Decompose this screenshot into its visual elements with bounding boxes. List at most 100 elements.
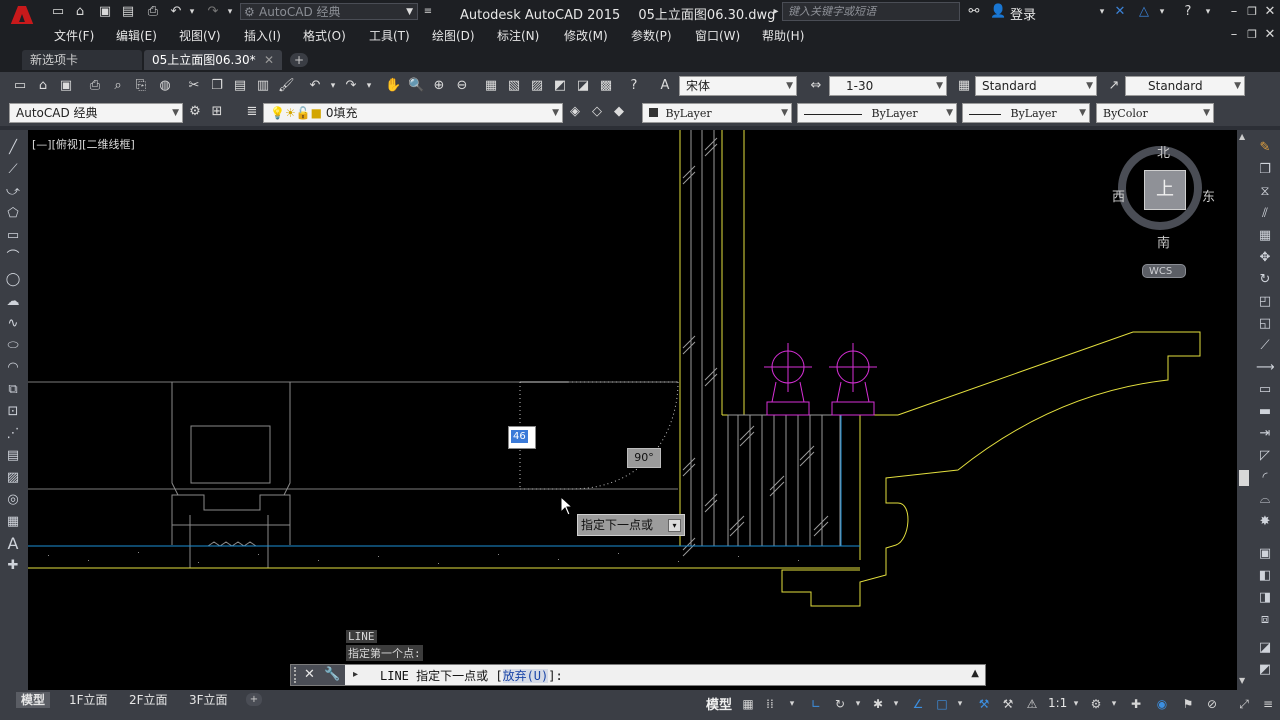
layer-previous-icon[interactable]: ◇	[589, 104, 605, 120]
workspace-select[interactable]: AutoCAD 经典 ▼	[9, 103, 183, 123]
plot-icon[interactable]: ⎙	[87, 78, 103, 94]
point-icon[interactable]: ⋰	[4, 426, 22, 442]
add-layout-icon[interactable]: +	[246, 693, 262, 706]
dim-style-select[interactable]: 1-30 ▼	[829, 76, 947, 96]
annotation-monitor-icon[interactable]: ✚	[1128, 697, 1144, 711]
color-select[interactable]: ByLayer ▼	[642, 103, 792, 123]
compass-south[interactable]: 南	[1157, 232, 1170, 251]
paste-block-icon[interactable]: ▥	[255, 78, 271, 94]
array-icon[interactable]: ▦	[1256, 228, 1274, 244]
make-block-icon[interactable]: ⊡	[4, 404, 22, 420]
multileader-style-icon[interactable]: ↗	[1106, 78, 1122, 94]
circle-icon[interactable]: ◯	[4, 272, 22, 288]
scroll-thumb[interactable]	[1239, 470, 1249, 486]
menu-format[interactable]: 格式(O)	[303, 27, 346, 44]
close-icon[interactable]: ✕	[1262, 4, 1278, 20]
break-at-point-icon[interactable]: ▭	[1256, 382, 1274, 398]
minimize-icon[interactable]: –	[1226, 4, 1242, 20]
hatch-icon[interactable]: ▤	[4, 448, 22, 464]
clean-screen-icon[interactable]: ⊞	[209, 104, 225, 120]
user-icon[interactable]: 👤	[990, 4, 1006, 20]
table-style-icon[interactable]: ▦	[956, 78, 972, 94]
login-button[interactable]: 登录	[1010, 4, 1036, 23]
customize-qa-icon[interactable]: ≡	[420, 4, 436, 20]
help-icon[interactable]: ?	[1180, 4, 1196, 20]
recent-commands-icon[interactable]: ▸	[353, 669, 358, 680]
command-input[interactable]: LINE 指定下一点或 [放弃(U)]:	[380, 667, 563, 684]
polar-dropdown-icon[interactable]: ▾	[850, 697, 866, 711]
snap-icon[interactable]: ⁞⁞	[762, 697, 778, 711]
chamfer-icon[interactable]: ◸	[1256, 448, 1274, 464]
zoom-previous-icon[interactable]: ⊖	[454, 78, 470, 94]
tab-current-drawing[interactable]: 05上立面图06.30* ✕	[144, 50, 282, 70]
polygon-icon[interactable]: ⬠	[4, 206, 22, 222]
undo-dropdown-icon[interactable]: ▾	[325, 78, 341, 94]
design-center-palette-icon[interactable]: ▧	[506, 78, 522, 94]
text-style-icon[interactable]: A	[657, 78, 673, 94]
scroll-up-icon[interactable]: ▲	[1239, 132, 1245, 141]
layer-state-icon[interactable]: ◆	[611, 104, 627, 120]
vertical-scrollbar[interactable]: ▲ ▼	[1237, 130, 1252, 690]
tab-new[interactable]: 新选项卡	[22, 50, 142, 70]
save-icon[interactable]: ▣	[58, 78, 74, 94]
zoom-realtime-icon[interactable]: 🔍	[408, 78, 424, 94]
scale-icon[interactable]: ◰	[1256, 294, 1274, 310]
ellipse-icon[interactable]: ⬭	[4, 338, 22, 354]
undo-dropdown-icon[interactable]: ▾	[184, 4, 200, 20]
annotation-scale-dropdown-icon[interactable]: ▾	[1068, 697, 1084, 711]
line-icon[interactable]: ╱	[4, 140, 22, 156]
bring-above-icon[interactable]: ⧈	[1256, 612, 1274, 628]
distance-input[interactable]: 46	[508, 426, 536, 449]
fillet-icon[interactable]: ◜	[1256, 470, 1274, 486]
compass-north[interactable]: 北	[1157, 142, 1170, 161]
revision-cloud-icon[interactable]: ☁	[4, 294, 22, 310]
plotstyle-select[interactable]: ByColor ▼	[1096, 103, 1214, 123]
layout-tab-3f[interactable]: 3F立面	[184, 692, 233, 708]
draworder-icon[interactable]: ▣	[1256, 546, 1274, 562]
tool-palettes-icon[interactable]: ▨	[529, 78, 545, 94]
menu-dimension[interactable]: 标注(N)	[497, 27, 539, 44]
annotation-scale-value[interactable]: 1:1	[1048, 696, 1067, 710]
menu-parametric[interactable]: 参数(P)	[631, 27, 672, 44]
arc-icon[interactable]: ⌒	[4, 250, 22, 266]
clean-screen-icon[interactable]: ⊘	[1204, 697, 1220, 711]
command-history-up-icon[interactable]: ▲	[971, 668, 979, 679]
object-snap-dropdown-icon[interactable]: ▾	[952, 697, 968, 711]
erase-icon[interactable]: ✎	[1256, 140, 1274, 156]
prompt-options-icon[interactable]: ▾	[668, 519, 681, 532]
offset-icon[interactable]: ⫽	[1256, 206, 1274, 222]
close-command-line-icon[interactable]: ✕	[304, 667, 315, 682]
compass-east[interactable]: 东	[1202, 186, 1215, 205]
paste-icon[interactable]: ▤	[232, 78, 248, 94]
drawing-area[interactable]: [—][俯视][二维线框] 上 北 南 西 东 WCS 46 90° 指定下一点…	[28, 130, 1237, 690]
undo-icon[interactable]: ↶	[307, 78, 323, 94]
pan-icon[interactable]: ✋	[385, 78, 401, 94]
copy-object-icon[interactable]: ❐	[1256, 162, 1274, 178]
cut-icon[interactable]: ✂	[186, 78, 202, 94]
text-style-select[interactable]: 宋体 ▼	[679, 76, 797, 96]
doc-minimize-icon[interactable]: –	[1226, 27, 1242, 43]
extend-icon[interactable]: ⟶	[1256, 360, 1275, 376]
doc-restore-icon[interactable]: ❐	[1244, 27, 1260, 43]
blend-curves-icon[interactable]: ⌓	[1256, 492, 1274, 508]
copy-icon[interactable]: ❐	[209, 78, 225, 94]
calculator-icon[interactable]: ▩	[598, 78, 614, 94]
save-as-icon[interactable]: ▤	[120, 4, 136, 20]
ortho-icon[interactable]: ∟	[808, 697, 824, 711]
workspace-settings-gear-icon[interactable]: ⚙	[187, 104, 203, 120]
viewcube-face[interactable]: 上	[1144, 170, 1186, 210]
menu-draw[interactable]: 绘图(D)	[432, 27, 475, 44]
wcs-menu[interactable]: WCS	[1142, 264, 1186, 278]
tab-close-icon[interactable]: ✕	[264, 50, 274, 70]
binoculars-icon[interactable]: ⚯	[966, 4, 982, 20]
layout-tab-1f[interactable]: 1F立面	[64, 692, 113, 708]
qa-dropdown-icon[interactable]: ▾	[222, 4, 238, 20]
menu-window[interactable]: 窗口(W)	[695, 27, 740, 44]
redo-icon[interactable]: ↷	[205, 4, 221, 20]
menu-edit[interactable]: 编辑(E)	[116, 27, 157, 44]
scroll-down-icon[interactable]: ▼	[1239, 676, 1245, 685]
redo-icon[interactable]: ↷	[343, 78, 359, 94]
viewport-controls[interactable]: [—][俯视][二维线框]	[32, 136, 135, 152]
explode-icon[interactable]: ✸	[1256, 514, 1274, 530]
menu-file[interactable]: 文件(F)	[54, 27, 94, 44]
